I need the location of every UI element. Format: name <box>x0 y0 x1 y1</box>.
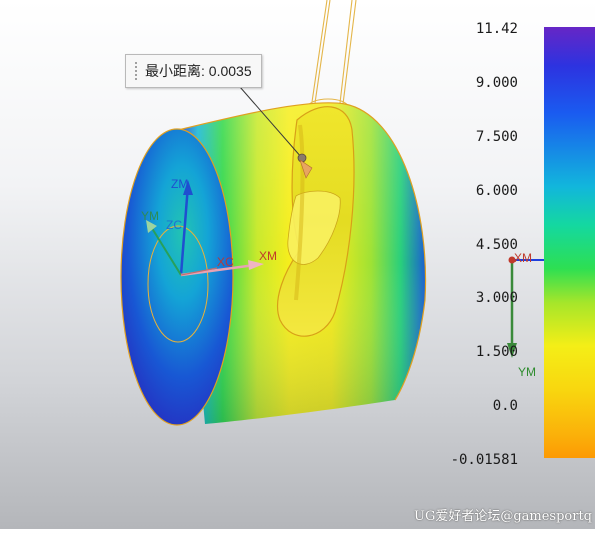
scale-tick: 9.000 <box>475 75 518 91</box>
scale-tick: 6.000 <box>475 183 518 199</box>
watermark: UG爱好者论坛@gamesportq <box>413 509 592 524</box>
label-xm: XM <box>259 249 277 263</box>
scale-tick: 4.500 <box>475 237 518 253</box>
drag-grip-icon[interactable] <box>134 61 138 81</box>
scale-tick: 11.42 <box>475 21 518 37</box>
color-scale-labels: 11.42 9.000 7.500 6.000 4.500 3.000 1.50… <box>440 18 518 468</box>
min-distance-tooltip: 最小距离: 0.0035 <box>125 54 262 88</box>
scale-tick: 1.500 <box>475 344 518 360</box>
label-xc: XC <box>217 255 234 269</box>
label-zc: ZC <box>166 218 182 232</box>
scale-tick: 0.0 <box>492 398 518 414</box>
label-zm: ZM <box>171 177 188 191</box>
color-scale-bar <box>544 27 595 458</box>
scale-tick: 7.500 <box>475 129 518 145</box>
scale-tick: -0.01581 <box>450 452 518 468</box>
scale-tick: 3.000 <box>475 290 518 306</box>
end-face <box>120 128 234 426</box>
min-distance-label: 最小距离: 0.0035 <box>145 63 252 79</box>
label-csys-ym: YM <box>518 365 536 379</box>
label-ym: YM <box>141 209 159 223</box>
